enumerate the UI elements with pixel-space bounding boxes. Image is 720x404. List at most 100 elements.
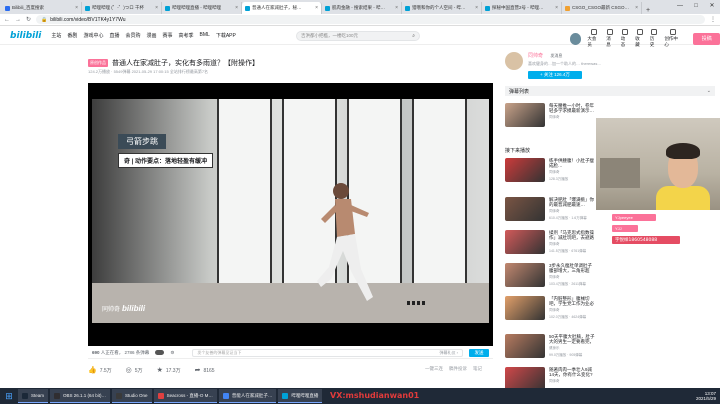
nav-item[interactable]: 番剧 bbox=[67, 32, 77, 39]
browser-tab[interactable]: 肌肉金融 - 搜索结果 - 哔… × bbox=[322, 2, 402, 14]
browser-tab[interactable]: 探秘中国直营2号 - 哔哩… × bbox=[482, 2, 562, 14]
header-menu-item[interactable]: 创作中心 bbox=[664, 29, 681, 48]
close-icon[interactable]: × bbox=[475, 5, 478, 11]
avatar[interactable] bbox=[570, 32, 582, 45]
recommendation-author[interactable]: 同帅奇 bbox=[549, 275, 595, 280]
reload-icon[interactable]: ↻ bbox=[26, 16, 31, 23]
follow-button[interactable]: + 关注 126.4万 bbox=[528, 71, 582, 79]
upload-button[interactable]: 投稿 bbox=[693, 32, 720, 45]
recommendation-author[interactable]: 同帅奇 bbox=[549, 242, 595, 247]
video-thumbnail[interactable] bbox=[505, 197, 545, 221]
search-input[interactable]: 吉洪都小把槛，一楼吃100元 ⌕ bbox=[296, 31, 420, 41]
uploader-name[interactable]: 同帅奇 bbox=[528, 53, 543, 59]
header-menu-item[interactable]: 消息 bbox=[606, 29, 615, 48]
send-message-link[interactable]: 发消息 bbox=[550, 53, 562, 58]
header-menu-item[interactable]: 历史 bbox=[650, 29, 659, 48]
close-icon[interactable]: × bbox=[315, 5, 318, 11]
search-icon[interactable]: ⌕ bbox=[412, 33, 415, 39]
coin-button[interactable]: ◎ 5万 bbox=[126, 366, 143, 374]
danmaku-input[interactable]: 发个友善的弹幕见证当下 弹幕礼仪 › bbox=[192, 348, 463, 357]
recommendation-title[interactable]: 随著肉肉一季壮人9减14天，你有什么变化? bbox=[549, 367, 595, 377]
like-button[interactable]: 👍 7.5万 bbox=[88, 366, 112, 374]
close-icon[interactable]: × bbox=[555, 5, 558, 11]
browser-tab[interactable]: CSGO_CSGO最新 CSGO… × bbox=[562, 2, 642, 14]
browser-tab[interactable]: 猎哦和你的个人空间 - 哔… × bbox=[402, 2, 482, 14]
danmaku-send-button[interactable]: 发送 bbox=[469, 348, 489, 357]
nav-item[interactable]: 会员购 bbox=[125, 32, 140, 39]
minimize-icon[interactable]: — bbox=[672, 0, 688, 12]
recommendation-author[interactable]: 同帅奇 bbox=[549, 379, 595, 384]
nav-item[interactable]: BML bbox=[200, 32, 210, 39]
nav-item[interactable]: 高考季 bbox=[179, 32, 194, 39]
nav-item[interactable]: 下载APP bbox=[216, 32, 236, 39]
close-icon[interactable]: × bbox=[635, 5, 638, 11]
recommendation-card[interactable]: 解决肥肚「爆满挑」你的最晋减肥最速… 同帅奇 610.4万播放 · 1.6万弹幕 bbox=[505, 197, 595, 223]
header-menu-item[interactable]: 收藏 bbox=[635, 29, 644, 48]
star-button[interactable]: ★ 17.3万 bbox=[157, 366, 181, 374]
back-icon[interactable]: ← bbox=[4, 17, 10, 23]
recommendation-card[interactable]: 3步永久瘦肚单调肚子腹部增大，三角形超绝！ 同帅奇 103.4万播放 · 261… bbox=[505, 263, 595, 289]
recommendation-card[interactable]: 50天平腹大肚腩，肚子大的男生一定要看完，带着… 健身乐 99.0万播放 · 9… bbox=[505, 334, 595, 360]
nav-item[interactable]: 直播 bbox=[109, 32, 119, 39]
recommendation-title[interactable]: 练手供腰腹！小肚子瘦成脸… bbox=[549, 158, 595, 168]
recommendation-card[interactable]: 揉剂「马克思式指数操作」减肚玩吧，去避路达关，让诺… 同帅奇 141.5万播放 … bbox=[505, 230, 595, 256]
danmaku-list-header[interactable]: 弹幕列表 ⌄ bbox=[505, 86, 715, 96]
recommendation-title[interactable]: 揉剂「马克思式指数操作」减肚玩吧，去避路达关，让诺… bbox=[549, 230, 595, 240]
nav-item[interactable]: 主站 bbox=[51, 32, 61, 39]
recommendation-title[interactable]: 解决肥肚「爆满挑」你的最晋减肥最速… bbox=[549, 197, 595, 207]
url-input[interactable]: 🔒 bilibili.com/video/BV1TK4y1Y7Wu bbox=[36, 15, 705, 24]
recommendation-author[interactable]: 同帅奇 bbox=[549, 170, 595, 175]
video-thumbnail[interactable] bbox=[505, 158, 545, 182]
taskbar-app[interactable]: Steam bbox=[18, 389, 49, 403]
nav-item[interactable]: 游戏中心 bbox=[83, 32, 103, 39]
header-menu-item[interactable]: 大会员 bbox=[587, 29, 600, 48]
taskbar-app[interactable]: 普能人在家减肚子… bbox=[218, 389, 277, 403]
system-clock[interactable]: 13:07 2021/5/29 bbox=[696, 388, 716, 404]
recommendation-author[interactable]: 同帅奇 bbox=[549, 209, 595, 214]
close-icon[interactable]: × bbox=[75, 5, 78, 11]
recommendation-title[interactable]: 50天平腹大肚腩，肚子大的男生一定要看完，带着… bbox=[549, 334, 595, 344]
browser-tab[interactable]: 哔哩哔哩 (゜-゜)つロ 干杯 × bbox=[82, 2, 162, 14]
close-icon[interactable]: × bbox=[395, 5, 398, 11]
close-icon[interactable]: × bbox=[235, 5, 238, 11]
browser-tab[interactable]: 普通人在家减肚子，秘… × bbox=[242, 2, 322, 14]
share-button[interactable]: ➦ 8165 bbox=[195, 366, 215, 374]
video-thumbnail[interactable] bbox=[505, 334, 545, 358]
taskbar-app[interactable]: OBS 26.1.1 (64 bit)… bbox=[50, 389, 111, 403]
recommendation-title[interactable]: 3步永久瘦肚单调肚子腹部增大，三角形超绝！ bbox=[549, 263, 595, 273]
nav-item[interactable]: 漫画 bbox=[146, 32, 156, 39]
close-window-icon[interactable]: ✕ bbox=[704, 0, 720, 12]
secondary-action[interactable]: 笔记 bbox=[473, 366, 482, 372]
danmaku-toggle[interactable] bbox=[155, 350, 165, 355]
header-menu-item[interactable]: 动态 bbox=[621, 29, 630, 48]
taskbar-app[interactable]: Seacross - 直播-O M… bbox=[153, 389, 217, 403]
video-thumbnail[interactable] bbox=[505, 230, 545, 254]
browser-tab[interactable]: 哔哩哔哩直播 - 哔哩哔哩 × bbox=[162, 2, 242, 14]
recommendation-title[interactable]: 「内脏整形」腹械切吧，学生党工作为业必备 快速… bbox=[549, 296, 595, 306]
taskbar-app[interactable]: Studio One bbox=[112, 389, 152, 403]
uploader-avatar[interactable] bbox=[505, 52, 523, 70]
video-thumbnail[interactable] bbox=[505, 296, 545, 320]
start-icon[interactable]: ⊞ bbox=[2, 389, 16, 403]
recommendation-author[interactable]: 健身乐 bbox=[549, 346, 595, 351]
taskbar-app[interactable]: 哔哩哔哩直播 bbox=[278, 389, 323, 403]
secondary-action[interactable]: 一键三连 bbox=[425, 366, 443, 372]
video-thumbnail[interactable] bbox=[505, 263, 545, 287]
video-player[interactable]: 弓箭步跳 奇 | 动作要点：落地轻盈有缓冲 同帅奇 bilibili bbox=[88, 83, 493, 346]
bilibili-logo[interactable]: bilibili bbox=[10, 31, 41, 41]
nav-item[interactable]: 赛事 bbox=[163, 32, 173, 39]
close-icon[interactable]: × bbox=[155, 5, 158, 11]
new-tab-icon[interactable]: + bbox=[642, 7, 654, 14]
maximize-icon[interactable]: □ bbox=[688, 0, 704, 12]
forward-icon[interactable]: → bbox=[15, 17, 21, 23]
recommendation-card[interactable]: 每天腰推一小时，卷年轻多学求摸最新演示… 同帅奇 bbox=[505, 103, 595, 129]
recommendation-card[interactable]: 「内脏整形」腹械切吧，学生党工作为业必备 快速… 同帅奇 102.0万播放 · … bbox=[505, 296, 595, 322]
video-thumbnail[interactable] bbox=[505, 103, 545, 127]
recommendation-card[interactable]: 练手供腰腹！小肚子瘦成脸… 同帅奇 128.3万播放 bbox=[505, 158, 595, 184]
recommendation-title[interactable]: 每天腰推一小时，卷年轻多学求摸最新演示… bbox=[549, 103, 595, 113]
recommendation-author[interactable]: 同帅奇 bbox=[549, 115, 595, 120]
secondary-action[interactable]: 稿件投诉 bbox=[449, 366, 467, 372]
recommendation-author[interactable]: 同帅奇 bbox=[549, 308, 595, 313]
danmaku-settings-icon[interactable]: ⚙ bbox=[170, 350, 174, 356]
extensions-icon[interactable]: ⋮ bbox=[710, 16, 716, 23]
